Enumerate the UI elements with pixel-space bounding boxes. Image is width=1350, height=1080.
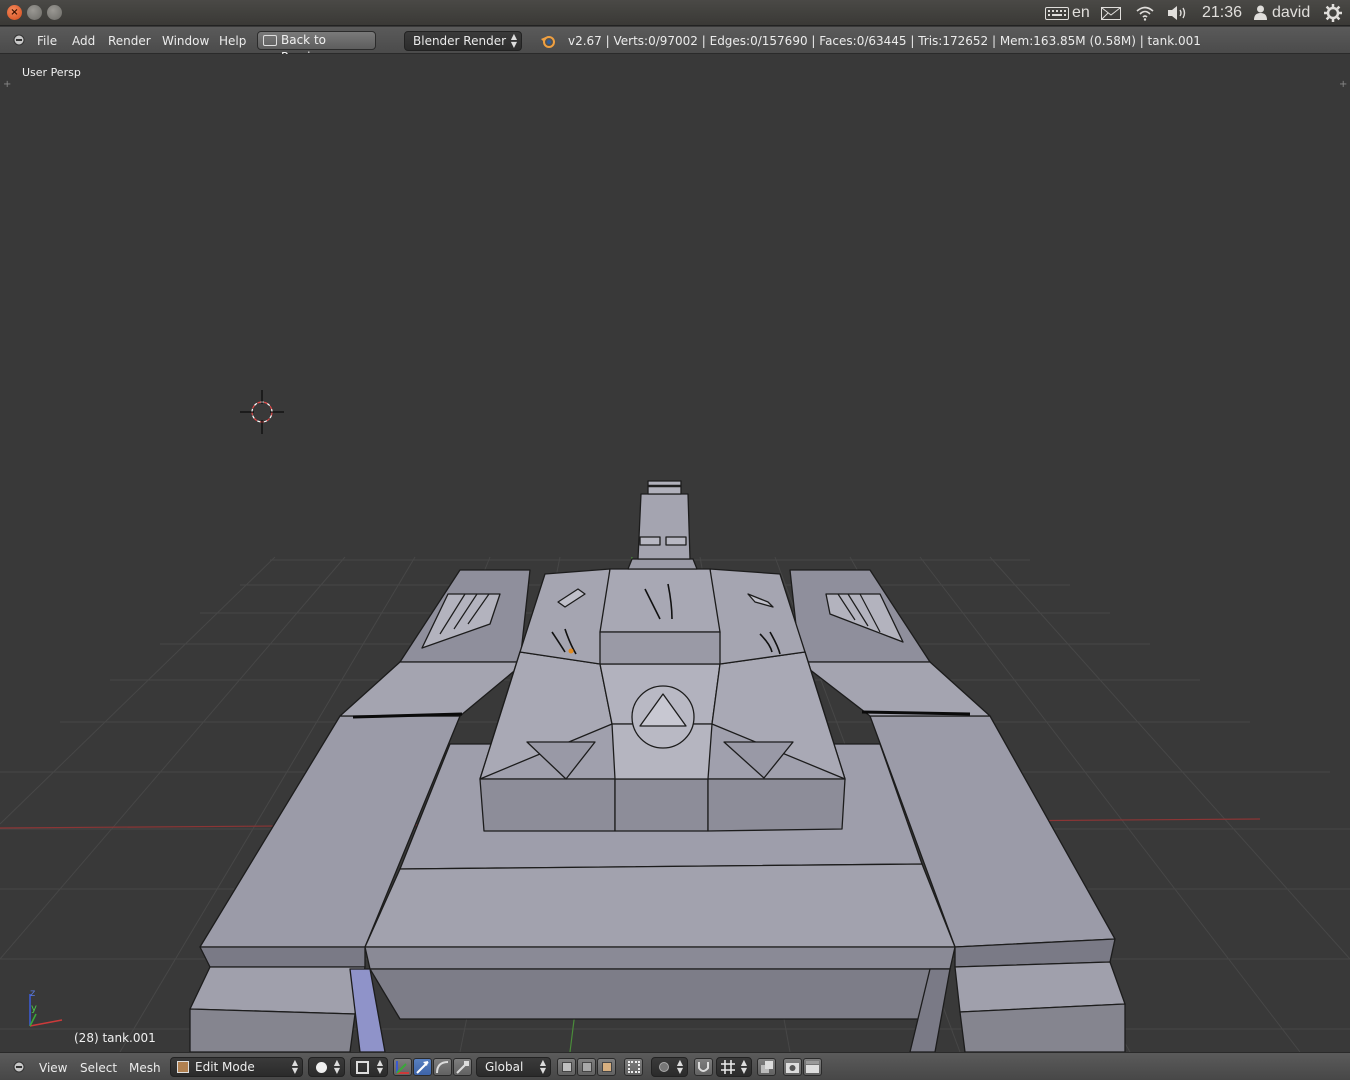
- scale-icon: [456, 1061, 469, 1074]
- back-arrow-icon: [263, 35, 277, 46]
- gear-icon[interactable]: [1324, 4, 1342, 22]
- keyboard-layout-label[interactable]: en: [1072, 4, 1090, 22]
- edge-select-icon: [582, 1062, 592, 1072]
- back-to-previous-button[interactable]: Back to Previous: [257, 31, 376, 64]
- user-name[interactable]: david: [1272, 4, 1310, 22]
- updown-arrows-icon: ▲ ▼: [740, 1058, 747, 1075]
- 3d-view-header: View Select Mesh Edit Mode ▲ ▼ ▲ ▼ ▲ ▼ Glob…: [0, 1052, 1350, 1080]
- window-maximize-button[interactable]: [47, 5, 62, 20]
- menu-view[interactable]: View: [39, 1061, 67, 1075]
- edge-select-button[interactable]: [577, 1058, 596, 1076]
- transform-orientation-value: Global: [485, 1060, 524, 1074]
- window-close-button[interactable]: ×: [7, 5, 22, 20]
- occlude-geometry-icon: [628, 1061, 640, 1073]
- region-expand-left-icon[interactable]: +: [3, 80, 13, 90]
- menu-window[interactable]: Window: [162, 34, 209, 48]
- updown-arrows-icon: ▲ ▼: [510, 32, 517, 49]
- transform-orientation-select[interactable]: Global ▲ ▼: [476, 1057, 551, 1077]
- region-expand-right-icon[interactable]: +: [1339, 80, 1349, 90]
- volume-icon[interactable]: [1167, 5, 1189, 21]
- limit-selection-button[interactable]: [624, 1058, 643, 1076]
- clapperboard-icon: [806, 1061, 819, 1073]
- info-header: File Add Render Window Help Back to Prev…: [0, 27, 1350, 64]
- render-engine-value: Blender Render: [413, 34, 507, 48]
- axis-y-label: y: [31, 1003, 37, 1014]
- translate-manipulator-button[interactable]: [413, 1058, 432, 1076]
- proportional-editing-select[interactable]: ▲ ▼: [651, 1057, 688, 1077]
- viewport-scene[interactable]: [0, 54, 1350, 1052]
- updown-arrows-icon: ▲ ▼: [376, 1058, 383, 1075]
- menu-select[interactable]: Select: [80, 1061, 117, 1075]
- shading-solid-icon: [316, 1062, 327, 1073]
- rotate-arc-icon: [436, 1061, 449, 1074]
- 3d-cursor-icon: [240, 390, 284, 434]
- translate-arrow-icon: [416, 1061, 429, 1074]
- camera-icon: [786, 1063, 799, 1073]
- editor-type-icon[interactable]: [13, 34, 25, 46]
- mail-icon[interactable]: [1101, 7, 1121, 20]
- editor-type-icon[interactable]: [13, 1061, 25, 1073]
- mode-select[interactable]: Edit Mode ▲ ▼: [170, 1057, 303, 1077]
- vertex-select-button[interactable]: [557, 1058, 576, 1076]
- edit-mode-icon: [177, 1061, 189, 1073]
- manipulator-toggle-button[interactable]: [393, 1058, 412, 1076]
- manipulator-icon: [396, 1061, 409, 1074]
- snap-grid-icon: [721, 1060, 735, 1074]
- window-minimize-button[interactable]: [27, 5, 42, 20]
- updown-arrows-icon: ▲ ▼: [333, 1058, 340, 1075]
- user-icon[interactable]: [1254, 5, 1267, 20]
- blender-logo-icon: [541, 36, 555, 48]
- pivot-icon: [356, 1061, 369, 1074]
- render-engine-select[interactable]: Blender Render ▲ ▼: [404, 31, 522, 51]
- menu-render[interactable]: Render: [108, 34, 151, 48]
- keyboard-icon[interactable]: [1045, 7, 1069, 20]
- menu-add[interactable]: Add: [72, 34, 95, 48]
- mode-value: Edit Mode: [195, 1060, 255, 1074]
- vertex-select-icon: [562, 1062, 572, 1072]
- axis-z-label: z: [30, 988, 36, 999]
- 3d-viewport[interactable]: z y + + User Persp (28) tank.001: [0, 54, 1350, 1052]
- scale-manipulator-button[interactable]: [453, 1058, 472, 1076]
- snap-element-select[interactable]: ▲ ▼: [716, 1057, 752, 1077]
- face-select-icon: [602, 1062, 612, 1072]
- updown-arrows-icon: ▲ ▼: [291, 1058, 298, 1075]
- pivot-point-select[interactable]: ▲ ▼: [350, 1057, 388, 1077]
- menu-mesh[interactable]: Mesh: [129, 1061, 161, 1075]
- face-select-button[interactable]: [597, 1058, 616, 1076]
- proportional-circle-icon: [659, 1062, 669, 1072]
- wifi-icon[interactable]: [1135, 5, 1155, 21]
- viewport-shading-select[interactable]: ▲ ▼: [308, 1057, 345, 1077]
- clock[interactable]: 21:36: [1202, 4, 1242, 22]
- snap-toggle-button[interactable]: [694, 1058, 713, 1076]
- layers-icon: [761, 1061, 773, 1073]
- scene-stats: v2.67 | Verts:0/97002 | Edges:0/157690 |…: [568, 34, 1201, 48]
- rotate-manipulator-button[interactable]: [433, 1058, 452, 1076]
- view-perspective-label: User Persp: [22, 66, 81, 79]
- os-top-panel: × en 21:36 david: [0, 0, 1350, 26]
- render-opengl-animation-button[interactable]: [803, 1058, 822, 1076]
- layer-toggle-button[interactable]: [757, 1058, 776, 1076]
- updown-arrows-icon: ▲ ▼: [676, 1058, 683, 1075]
- menu-file[interactable]: File: [37, 34, 57, 48]
- updown-arrows-icon: ▲ ▼: [539, 1058, 546, 1075]
- menu-help[interactable]: Help: [219, 34, 246, 48]
- magnet-icon: [698, 1062, 709, 1072]
- render-opengl-image-button[interactable]: [783, 1058, 802, 1076]
- tank-mesh: [189, 480, 1126, 1052]
- active-object-label: (28) tank.001: [74, 1031, 156, 1045]
